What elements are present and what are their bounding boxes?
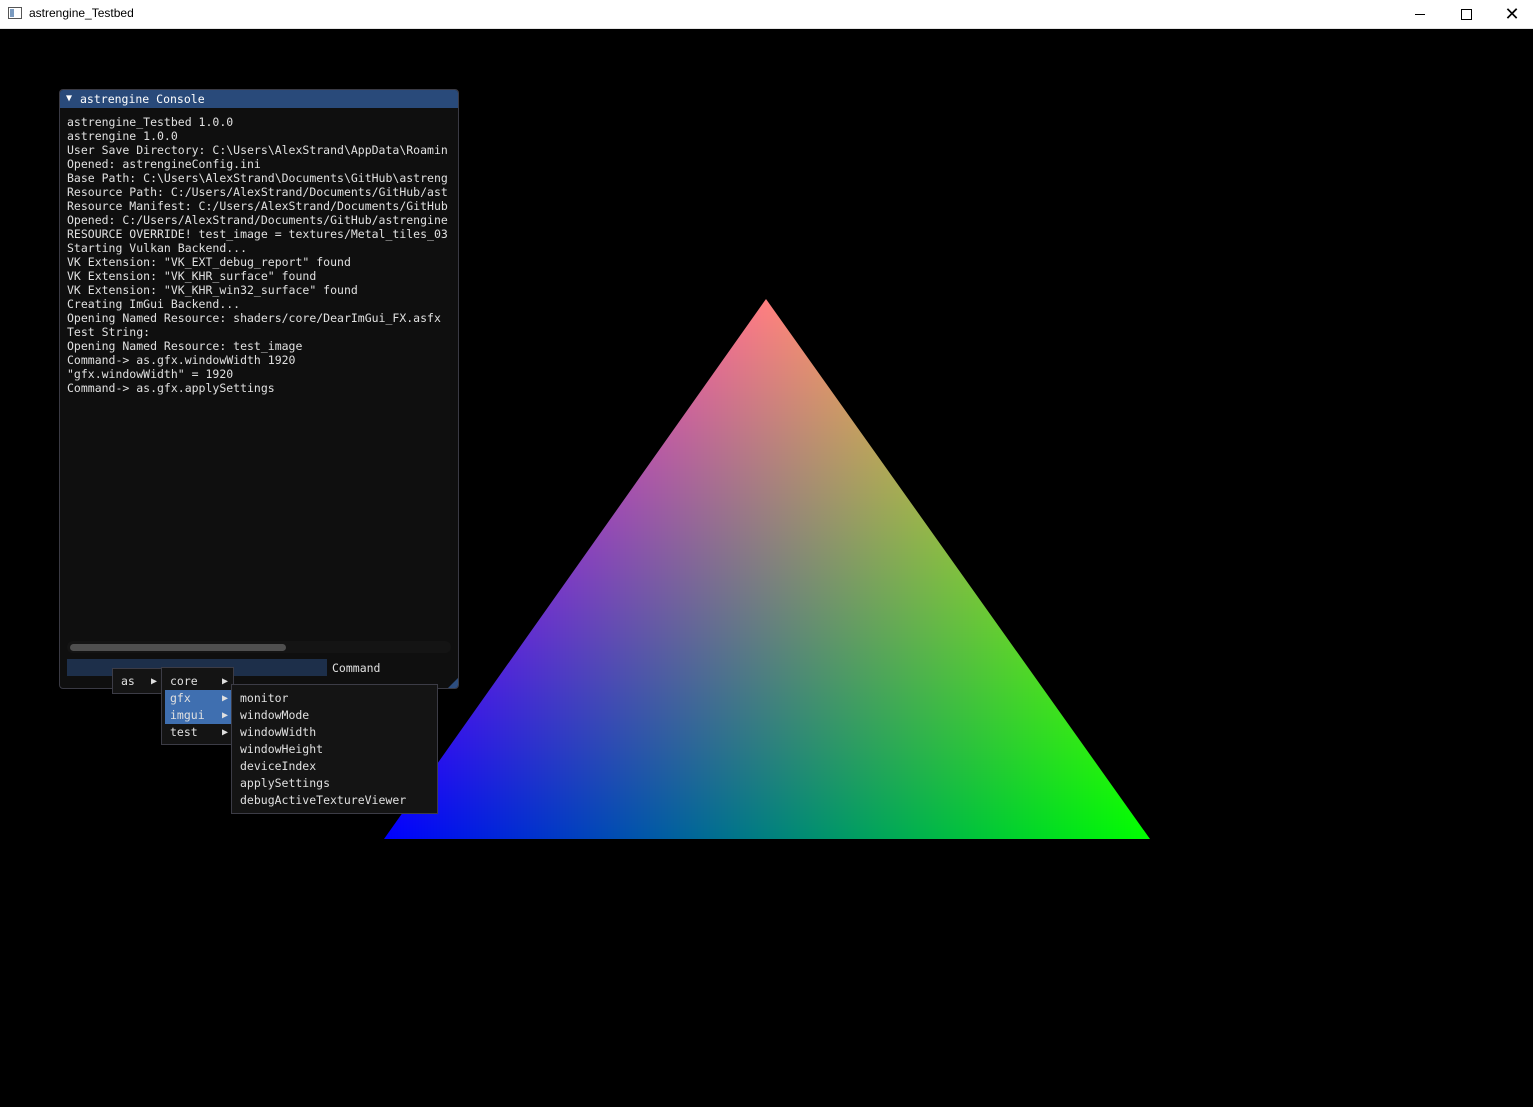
log-line: Opening Named Resource: shaders/core/Dea… xyxy=(67,311,441,325)
resize-grip[interactable] xyxy=(448,678,458,688)
menu-item-windowheight[interactable]: windowHeight xyxy=(235,741,435,758)
menu-item-debugactivetextureviewer[interactable]: debugActiveTextureViewer xyxy=(235,792,435,809)
menu-item-applysettings[interactable]: applySettings xyxy=(235,775,435,792)
collapse-arrow-icon[interactable]: ▼ xyxy=(66,90,72,108)
log-line: Opened: astrengineConfig.ini xyxy=(67,157,261,171)
submenu-arrow-icon: ▶ xyxy=(221,693,228,704)
log-line: Creating ImGui Backend... xyxy=(67,297,241,311)
menu-item-deviceindex[interactable]: deviceIndex xyxy=(235,758,435,775)
log-line: Opening Named Resource: test_image xyxy=(67,339,303,353)
log-line: Test String: xyxy=(67,325,151,339)
menu-item-imgui[interactable]: imgui ▶ xyxy=(165,707,231,724)
log-line: RESOURCE OVERRIDE! test_image = textures… xyxy=(67,227,448,241)
minimize-button[interactable] xyxy=(1397,0,1443,29)
menu-item-windowwidth[interactable]: windowWidth xyxy=(235,724,435,741)
submenu-arrow-icon: ▶ xyxy=(221,676,228,687)
log-line: Resource Path: C:/Users/AlexStrand/Docum… xyxy=(67,185,448,199)
horizontal-scrollbar[interactable] xyxy=(67,641,451,653)
submenu-arrow-icon: ▶ xyxy=(221,727,228,738)
window-titlebar: astrengine_Testbed ✕ xyxy=(0,0,1533,29)
console-titlebar[interactable]: ▼ astrengine Console xyxy=(60,90,458,108)
autocomplete-menu-root: as ▶ xyxy=(112,668,163,694)
log-line: "gfx.windowWidth" = 1920 xyxy=(67,367,234,381)
window-title: astrengine_Testbed xyxy=(29,6,134,20)
menu-item-label: test xyxy=(170,725,198,739)
log-line: Resource Manifest: C:/Users/AlexStrand/D… xyxy=(67,199,448,213)
maximize-button[interactable] xyxy=(1443,0,1489,29)
menu-item-as[interactable]: as ▶ xyxy=(116,673,160,690)
scrollbar-thumb[interactable] xyxy=(70,644,286,651)
menu-item-gfx[interactable]: gfx ▶ xyxy=(165,690,231,707)
console-log[interactable]: astrengine_Testbed 1.0.0 astrengine 1.0.… xyxy=(67,115,452,635)
menu-item-label: imgui xyxy=(170,708,205,722)
menu-item-test[interactable]: test ▶ xyxy=(165,724,231,741)
log-line: Command-> as.gfx.applySettings xyxy=(67,381,275,395)
console-window[interactable]: ▼ astrengine Console astrengine_Testbed … xyxy=(59,89,459,689)
log-line: Starting Vulkan Backend... xyxy=(67,241,248,255)
close-button[interactable]: ✕ xyxy=(1489,0,1533,29)
menu-item-monitor[interactable]: monitor xyxy=(235,690,435,707)
log-line: VK Extension: "VK_EXT_debug_report" foun… xyxy=(67,255,351,269)
menu-item-core[interactable]: core ▶ xyxy=(165,673,231,690)
submenu-arrow-icon: ▶ xyxy=(150,676,157,687)
menu-item-label: gfx xyxy=(170,691,191,705)
log-line: User Save Directory: C:\Users\AlexStrand… xyxy=(67,143,448,157)
log-line: Command-> as.gfx.windowWidth 1920 xyxy=(67,353,296,367)
log-line: Opened: C:/Users/AlexStrand/Documents/Gi… xyxy=(67,213,448,227)
log-line: VK Extension: "VK_KHR_surface" found xyxy=(67,269,317,283)
submenu-arrow-icon: ▶ xyxy=(221,710,228,721)
menu-item-label: as xyxy=(121,674,135,688)
console-title: astrengine Console xyxy=(80,92,205,106)
command-label: Command xyxy=(332,661,381,675)
log-line: astrengine_Testbed 1.0.0 xyxy=(67,115,234,129)
log-line: astrengine 1.0.0 xyxy=(67,129,178,143)
log-line: Base Path: C:\Users\AlexStrand\Documents… xyxy=(67,171,448,185)
menu-item-windowmode[interactable]: windowMode xyxy=(235,707,435,724)
autocomplete-menu-level2: monitor windowMode windowWidth windowHei… xyxy=(231,684,438,814)
autocomplete-menu-level1: core ▶ gfx ▶ imgui ▶ test ▶ xyxy=(161,667,234,745)
log-line: VK Extension: "VK_KHR_win32_surface" fou… xyxy=(67,283,358,297)
app-icon xyxy=(8,7,22,19)
menu-item-label: core xyxy=(170,674,198,688)
